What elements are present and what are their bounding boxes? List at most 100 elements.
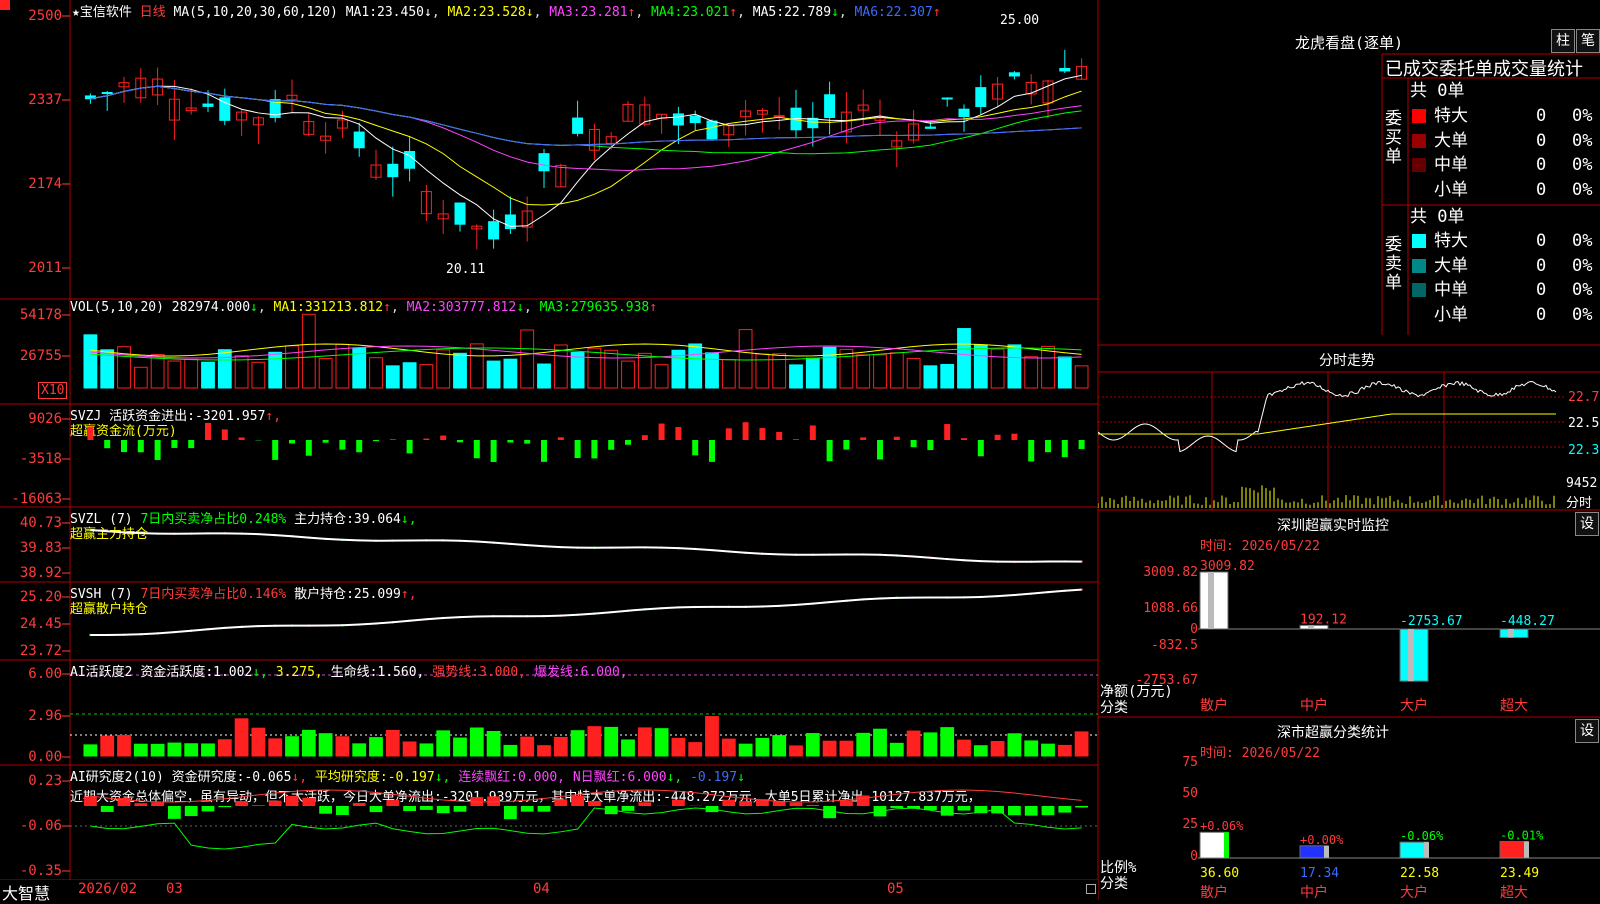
fund-flow-bar xyxy=(155,440,161,460)
activity-bar xyxy=(470,728,483,756)
activity-bar xyxy=(202,744,215,756)
sz-monitor-bar-chart[interactable]: 3009.82散户192.12中户-2753.67大户-448.27超大 xyxy=(1198,560,1600,717)
net-amount-label: 3009.82 xyxy=(1200,560,1255,574)
activity-bar xyxy=(689,743,702,756)
axis-price-4: 2011 xyxy=(0,260,62,276)
sz-monitor-cat-title: 分类 xyxy=(1100,697,1128,717)
fund-flow-bar xyxy=(675,427,681,440)
axis-svsh-1: 25.20 xyxy=(0,589,62,605)
research-bar xyxy=(806,805,819,806)
ma-line xyxy=(90,86,1081,145)
order-type-label: 特大 xyxy=(1434,229,1468,253)
ratio-change-label: -0.01% xyxy=(1500,828,1544,842)
sz-monitor-settings-button[interactable]: 设 xyxy=(1575,512,1599,536)
category-label: 散户 xyxy=(1200,884,1228,900)
fund-flow-bar xyxy=(272,440,278,460)
research-bar xyxy=(538,806,551,812)
volume-bar xyxy=(706,353,719,388)
candle-body xyxy=(388,164,398,176)
fund-flow-bar xyxy=(1011,434,1017,440)
intraday-chart[interactable] xyxy=(1098,372,1566,510)
fund-flow-chart[interactable] xyxy=(70,405,1098,507)
volume-bar xyxy=(974,345,987,388)
activity-bar xyxy=(336,737,349,756)
volume-bar xyxy=(487,361,500,388)
sz-class-settings-button[interactable]: 设 xyxy=(1575,719,1599,743)
research-bar xyxy=(269,801,282,806)
activity-bar xyxy=(588,727,601,756)
intraday-title: 分时走势 xyxy=(1319,350,1375,370)
research-bar xyxy=(1025,806,1038,816)
tick-view-button[interactable]: 笔 xyxy=(1576,29,1600,53)
research-bar xyxy=(151,802,164,806)
candle-body xyxy=(707,121,717,139)
research-bar xyxy=(336,806,349,815)
fund-flow-bar xyxy=(407,440,413,453)
sz-class-y1: 75 xyxy=(1100,755,1198,770)
axis-ai-2: 2.96 xyxy=(0,708,62,724)
main-holding-chart[interactable] xyxy=(70,508,1098,582)
candle-body xyxy=(489,222,499,239)
intraday-y2: 22.55 xyxy=(1568,416,1600,431)
volume-bar xyxy=(924,366,937,388)
fund-flow-bar xyxy=(575,440,581,458)
research-bar xyxy=(319,806,332,814)
ai-research-chart[interactable] xyxy=(70,766,1098,880)
research-avg-line xyxy=(90,808,1081,849)
research-bar xyxy=(101,806,114,812)
candle-body xyxy=(203,104,213,106)
bar-highlight xyxy=(1324,846,1329,858)
activity-bar xyxy=(437,731,450,756)
volume-bar xyxy=(638,353,651,388)
ai-activity-chart[interactable] xyxy=(70,661,1098,765)
order-type-label: 小单 xyxy=(1434,303,1468,327)
retail-holding-chart[interactable] xyxy=(70,583,1098,660)
volume-bar xyxy=(1025,357,1038,388)
research-bar xyxy=(672,800,685,806)
volume-bar xyxy=(655,365,668,388)
candlestick-chart[interactable] xyxy=(70,0,1098,299)
category-label: 中户 xyxy=(1300,884,1328,900)
activity-bar xyxy=(874,729,887,756)
fund-flow-bar xyxy=(457,440,463,442)
fund-flow-bar xyxy=(961,438,967,440)
column-view-button[interactable]: 柱 xyxy=(1551,29,1575,53)
category-label: 大户 xyxy=(1400,884,1428,900)
sz-class-bar-chart[interactable]: +0.06%36.60散户+0.00%17.34中户-0.06%22.58大户-… xyxy=(1198,750,1600,900)
vol-unit-badge: X10 xyxy=(38,382,67,399)
volume-bar xyxy=(151,355,164,388)
research-bar xyxy=(622,806,635,811)
research-bar xyxy=(521,806,534,812)
intraday-y1: 22.78 xyxy=(1568,390,1600,405)
axis-ai-1: 6.00 xyxy=(0,666,62,682)
activity-bar xyxy=(252,728,265,756)
fund-flow-bar xyxy=(759,428,765,440)
lock-icon[interactable] xyxy=(1086,884,1096,894)
intraday-avg-line xyxy=(1098,414,1556,434)
volume-bar xyxy=(689,344,702,388)
activity-bar xyxy=(386,730,399,756)
candle-body xyxy=(1009,73,1019,76)
volume-bar xyxy=(218,350,231,388)
activity-bar xyxy=(823,741,836,756)
candle-body xyxy=(942,98,952,99)
axis-svsh-2: 24.45 xyxy=(0,616,62,632)
activity-bar xyxy=(151,744,164,756)
high-price-note: 25.00 xyxy=(1000,13,1039,28)
fund-flow-bar xyxy=(104,440,110,448)
axis-ai-3: 0.00 xyxy=(0,749,62,765)
research-bar xyxy=(218,806,231,807)
order-percent: 0% xyxy=(1572,229,1600,253)
volume-bar xyxy=(202,362,215,388)
axis-svsh-3: 23.72 xyxy=(0,643,62,659)
research-bar xyxy=(235,801,248,806)
order-type-label: 大单 xyxy=(1434,129,1468,153)
order-percent: 0% xyxy=(1572,153,1600,177)
ratio-bar xyxy=(1400,842,1428,858)
ratio-change-label: -0.06% xyxy=(1400,829,1444,843)
volume-chart[interactable] xyxy=(70,300,1098,404)
sz-class-title: 深市超赢分类统计 xyxy=(1277,722,1389,742)
corner-marker[interactable] xyxy=(0,0,10,10)
sz-monitor-y3: 0 xyxy=(1100,622,1198,637)
candle-body xyxy=(774,116,784,117)
